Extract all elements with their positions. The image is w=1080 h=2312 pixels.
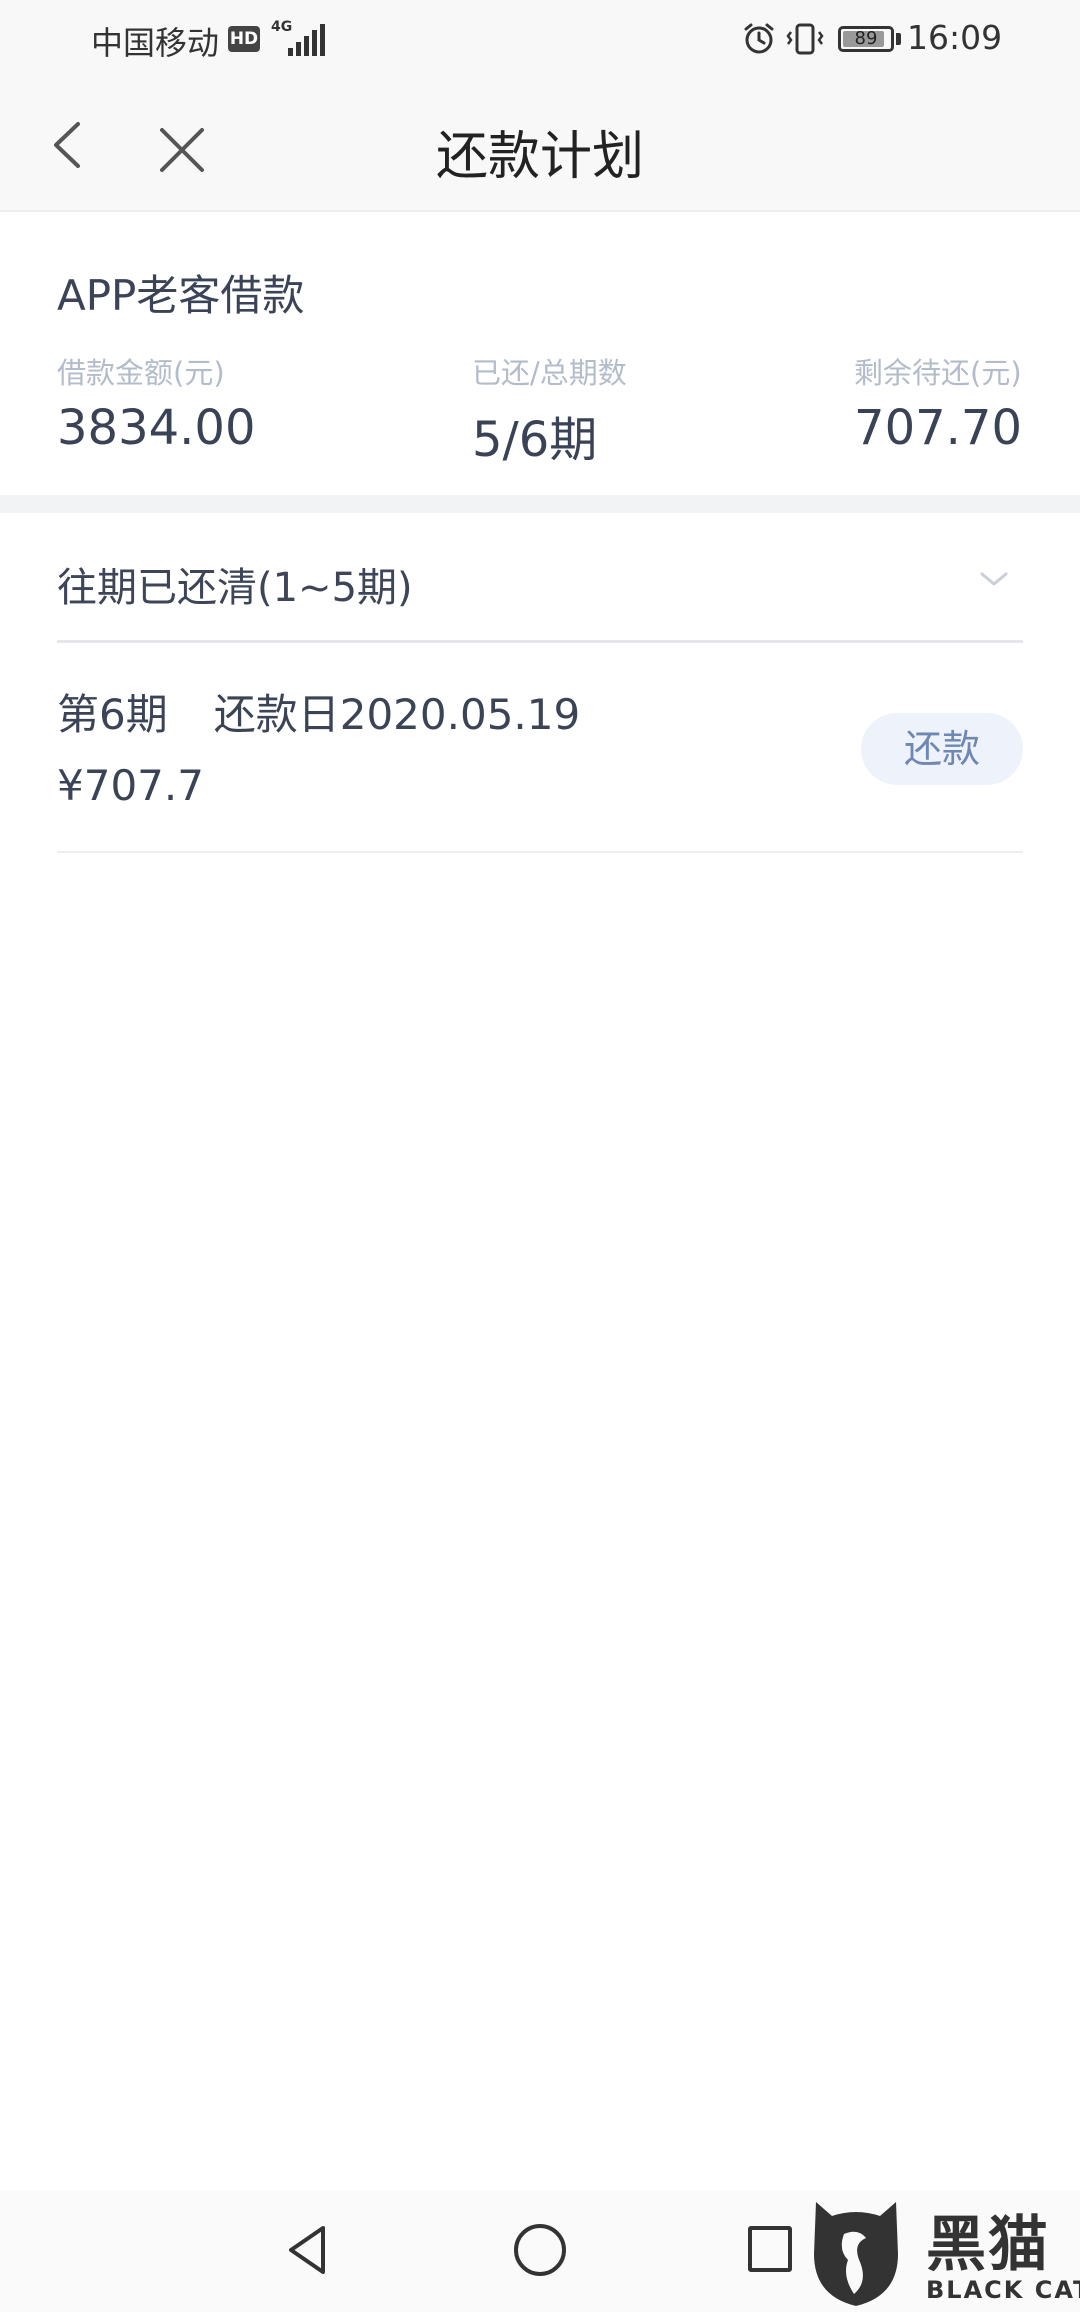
current-period-row: 第6期 还款日2020.05.19 ¥707.7 还款: [57, 643, 1023, 853]
nav-back-icon[interactable]: [285, 2222, 329, 2278]
section-divider: [0, 495, 1080, 513]
hd-icon: HD: [228, 26, 260, 52]
repay-button[interactable]: 还款: [861, 713, 1023, 785]
nav-home-icon[interactable]: [514, 2224, 566, 2276]
repayment-progress-stat: 已还/总期数 5/6期: [472, 350, 627, 470]
repayment-progress-label: 已还/总期数: [472, 356, 627, 390]
remaining-amount-stat: 剩余待还(元) 707.70: [854, 350, 1022, 456]
period-title: 第6期 还款日2020.05.19: [57, 681, 580, 742]
watermark-en: BLACK CAT: [926, 2276, 1080, 2304]
battery-icon: 89: [838, 26, 894, 52]
repayment-progress-value: 5/6期: [472, 412, 598, 468]
remaining-amount-label: 剩余待还(元): [854, 356, 1022, 390]
chevron-down-icon: [980, 572, 1008, 586]
loan-amount-value: 3834.00: [57, 400, 256, 456]
top-nav-bar: 还款计划: [0, 84, 1080, 212]
remaining-amount-value: 707.70: [854, 400, 1022, 456]
period-amount: ¥707.7: [57, 761, 204, 810]
battery-tip: [896, 33, 901, 45]
black-cat-watermark: 黑猫 BLACK CAT: [808, 2196, 1080, 2312]
loan-amount-label: 借款金额(元): [57, 356, 225, 390]
status-bar: 中国移动 HD 4G 89 16:09: [0, 0, 1080, 84]
watermark-cn: 黑猫: [926, 2210, 1050, 2280]
past-periods-label: 往期已还清(1~5期): [57, 565, 413, 611]
clock: 16:09: [907, 18, 1003, 57]
signal-icon: [288, 24, 325, 56]
page-title: 还款计划: [435, 127, 644, 187]
nav-recent-icon[interactable]: [748, 2226, 792, 2272]
product-name: APP老客借款: [57, 271, 305, 320]
black-cat-logo-icon: [814, 2202, 898, 2306]
battery-percent: 89: [854, 28, 878, 49]
vibrate-icon: [786, 23, 824, 55]
carrier-name: 中国移动: [91, 24, 220, 62]
loan-amount-stat: 借款金额(元) 3834.00: [57, 350, 256, 456]
past-periods-toggle[interactable]: 往期已还清(1~5期): [57, 513, 1023, 643]
alarm-icon: [744, 23, 774, 54]
loan-summary-card: APP老客借款 借款金额(元) 3834.00 已还/总期数 5/6期 剩余待还…: [0, 212, 1080, 495]
period-number: 第6期: [57, 690, 168, 739]
due-date: 还款日2020.05.19: [213, 690, 581, 739]
